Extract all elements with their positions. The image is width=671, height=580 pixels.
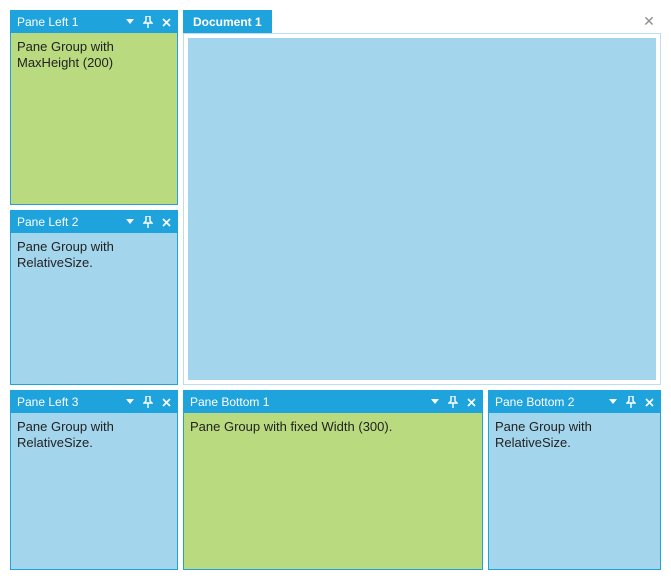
pane-body: Pane Group with fixed Width (300). [184,413,482,569]
close-icon[interactable] [464,395,478,409]
dock-layout: Pane Left 1 Pane Group with MaxHeight (2… [10,10,661,570]
document-tabbar: Document 1 ✕ [183,10,661,34]
chevron-down-icon[interactable] [123,15,137,29]
pane-header[interactable]: Pane Left 2 [11,211,177,233]
pin-icon[interactable] [141,15,155,29]
pin-icon[interactable] [446,395,460,409]
close-icon[interactable] [159,15,173,29]
pane-title: Pane Left 3 [17,391,123,413]
document-area: Document 1 ✕ [183,10,661,385]
close-icon[interactable] [159,215,173,229]
pane-left-1: Pane Left 1 Pane Group with MaxHeight (2… [10,10,178,205]
close-icon[interactable] [642,395,656,409]
chevron-down-icon[interactable] [123,215,137,229]
chevron-down-icon[interactable] [123,395,137,409]
pane-title: Pane Bottom 2 [495,391,606,413]
pane-body: Pane Group with RelativeSize. [11,233,177,384]
pane-header[interactable]: Pane Left 1 [11,11,177,33]
pane-title: Pane Left 2 [17,211,123,233]
document-frame [183,34,661,385]
close-icon[interactable]: ✕ [637,10,661,33]
pane-body: Pane Group with RelativeSize. [489,413,660,569]
pane-bottom-1: Pane Bottom 1 Pane Group with fixed Widt… [183,390,483,570]
pane-bottom-2: Pane Bottom 2 Pane Group with RelativeSi… [488,390,661,570]
pane-body: Pane Group with RelativeSize. [11,413,177,569]
pane-body: Pane Group with MaxHeight (200) [11,33,177,204]
pane-header[interactable]: Pane Bottom 1 [184,391,482,413]
close-icon[interactable] [159,395,173,409]
pin-icon[interactable] [141,215,155,229]
tab-label: Document 1 [193,15,262,29]
top-row: Pane Left 1 Pane Group with MaxHeight (2… [10,10,661,385]
bottom-row: Pane Left 3 Pane Group with RelativeSize… [10,390,661,570]
pane-title: Pane Left 1 [17,11,123,33]
pane-left-3: Pane Left 3 Pane Group with RelativeSize… [10,390,178,570]
chevron-down-icon[interactable] [428,395,442,409]
document-content [188,38,656,380]
tabbar-spacer [272,10,637,33]
pin-icon[interactable] [624,395,638,409]
tab-document-1[interactable]: Document 1 [183,10,272,33]
pane-header[interactable]: Pane Bottom 2 [489,391,660,413]
pane-header[interactable]: Pane Left 3 [11,391,177,413]
chevron-down-icon[interactable] [606,395,620,409]
left-column: Pane Left 1 Pane Group with MaxHeight (2… [10,10,178,385]
pane-left-2: Pane Left 2 Pane Group with RelativeSize… [10,210,178,385]
pane-title: Pane Bottom 1 [190,391,428,413]
pin-icon[interactable] [141,395,155,409]
